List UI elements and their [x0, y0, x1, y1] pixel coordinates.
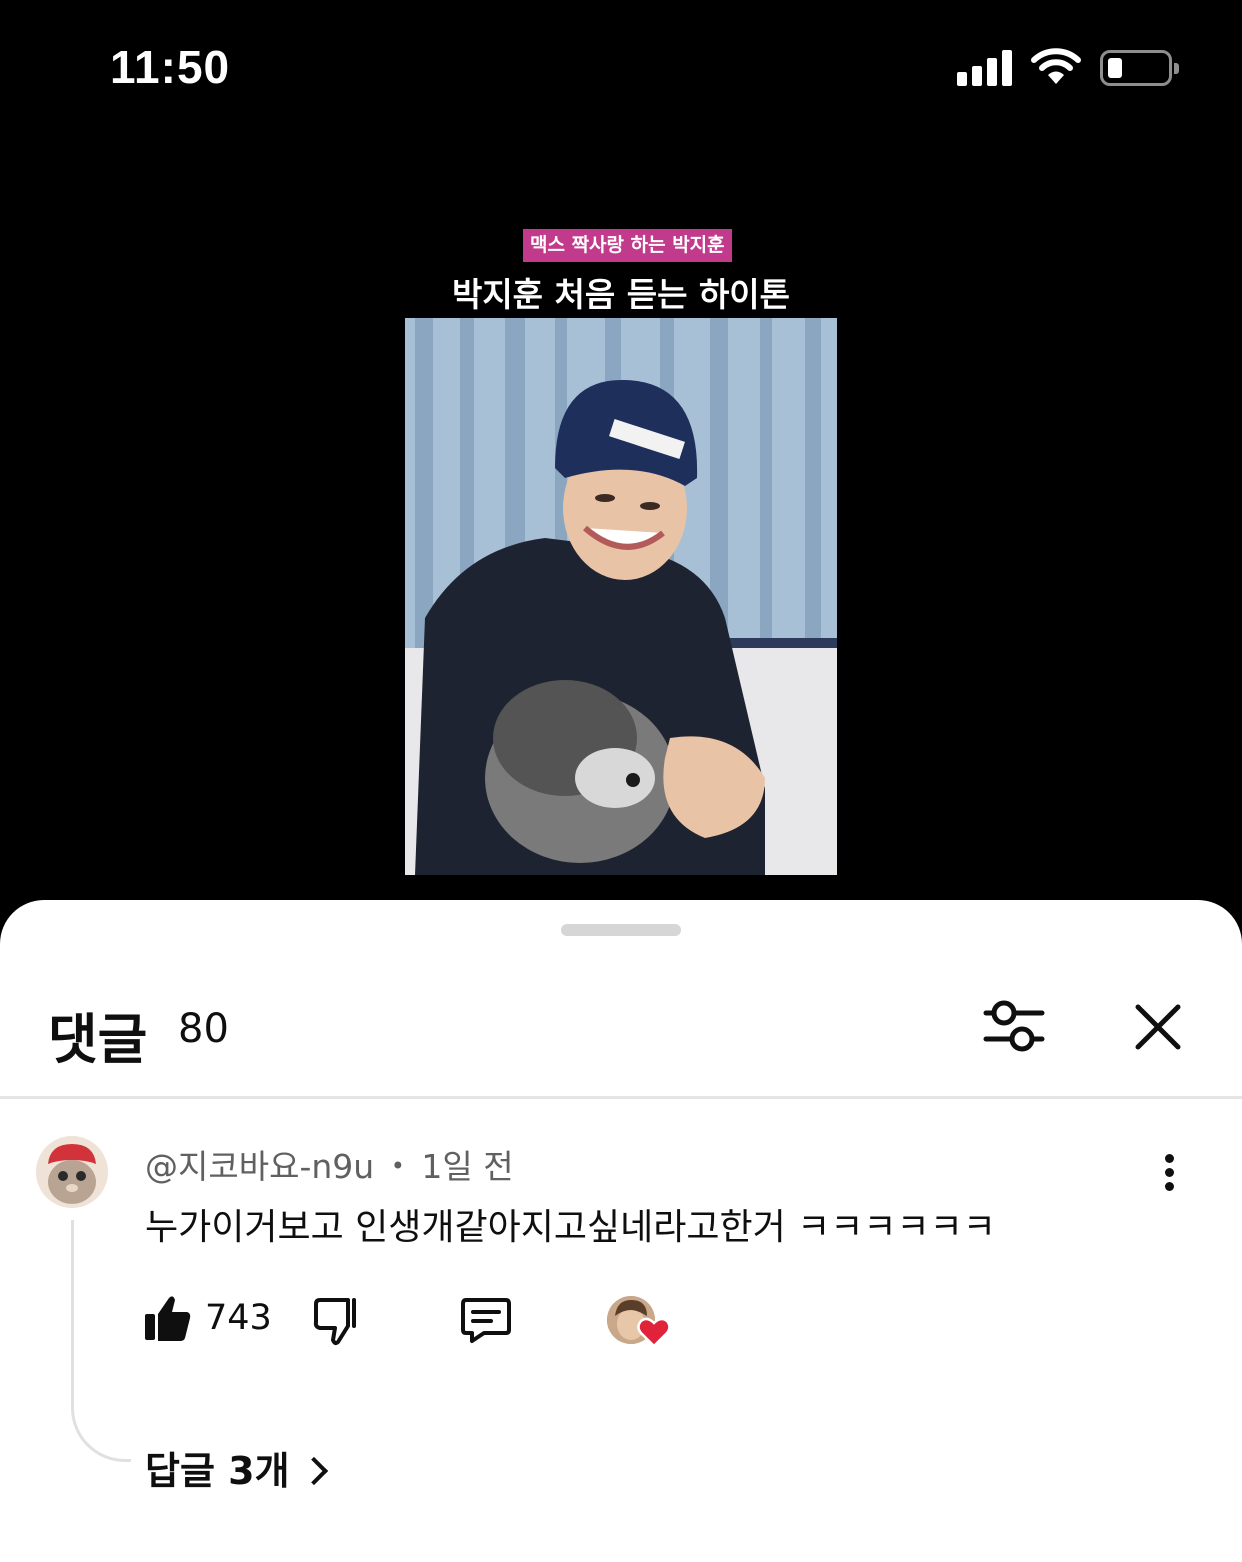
status-time: 11:50 [110, 41, 231, 93]
cat-avatar-image [36, 1136, 108, 1208]
comment-author[interactable]: @지코바요-n9u [145, 1147, 374, 1186]
wifi-icon [1031, 48, 1081, 84]
video-thumbnail [405, 318, 837, 875]
more-vert-icon[interactable] [1155, 1152, 1185, 1194]
replies-label: 답글 3개 [145, 1449, 290, 1493]
view-replies-link[interactable]: 답글 3개 [145, 1440, 328, 1495]
like-count: 743 [205, 1298, 272, 1338]
status-bar: 11:50 [0, 0, 1242, 140]
comments-title: 댓글 [48, 1008, 148, 1071]
battery-icon [1100, 50, 1179, 86]
meta-separator: • [390, 1152, 405, 1180]
close-icon[interactable] [1134, 1003, 1182, 1051]
comments-count: 80 [178, 1006, 229, 1052]
comment-time: 1일 전 [421, 1147, 514, 1186]
chevron-right-icon [299, 1456, 328, 1486]
creator-heart-badge [607, 1296, 671, 1352]
reply-icon[interactable] [460, 1296, 512, 1344]
video-frame[interactable] [405, 318, 837, 875]
signal-icon [957, 50, 1013, 86]
comments-sheet: 댓글 80 @지코바요-n9u • 1일 전 누가이거보고 인생개같아지고싶네라… [0, 900, 1242, 1562]
header-divider [0, 1096, 1242, 1099]
comment-actions: 743 [0, 1290, 1242, 1354]
video-tag: 맥스 짝사랑 하는 박지훈 [523, 229, 732, 262]
thumb-up-icon[interactable] [145, 1294, 191, 1342]
heart-icon [637, 1317, 671, 1348]
comment-author-avatar[interactable] [36, 1136, 108, 1208]
thumb-down-icon[interactable] [312, 1296, 360, 1346]
comment-meta: @지코바요-n9u • 1일 전 [145, 1140, 514, 1188]
comment-text: 누가이거보고 인생개같아지고싶네라고한거 ㅋㅋㅋㅋㅋㅋ [145, 1207, 996, 1248]
video-player[interactable]: 맥스 짝사랑 하는 박지훈 박지훈 처음 듣는 하이톤 [0, 140, 1242, 930]
video-title: 박지훈 처음 듣는 하이톤 [451, 275, 791, 314]
filter-icon[interactable] [982, 997, 1046, 1055]
drag-handle[interactable] [561, 924, 681, 936]
